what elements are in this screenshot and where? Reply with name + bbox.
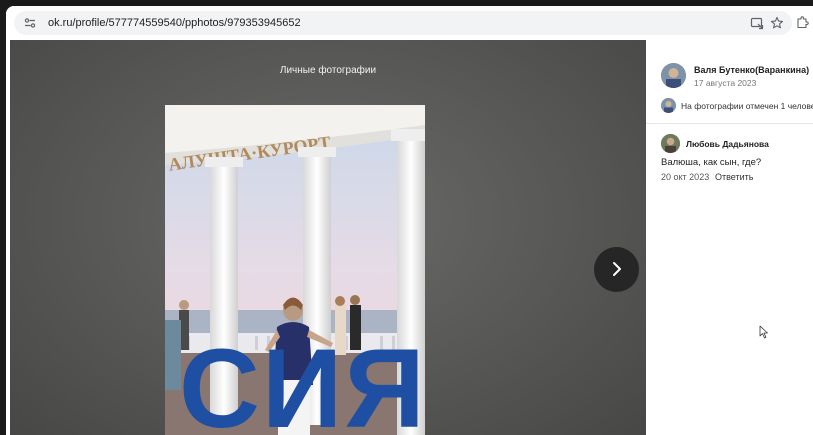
chevron-right-icon	[613, 262, 621, 276]
comment-author-name[interactable]: Любовь Дадьянова	[686, 139, 769, 149]
divider	[646, 123, 813, 124]
photo-viewer: Личные фотографии АЛУШТА·КУРОРТ СИЯ	[10, 40, 646, 435]
photo-info-panel: Валя Бутенко(Варанкина) 17 августа 2023 …	[646, 40, 813, 435]
comment-text: Валюша, как сын, где?	[661, 157, 762, 168]
next-photo-button[interactable]	[594, 247, 639, 292]
browser-window: ok.ru/profile/577774559540/pphotos/97935…	[6, 6, 813, 435]
address-bar[interactable]: ok.ru/profile/577774559540/pphotos/97935…	[14, 11, 792, 35]
bookmark-star-icon[interactable]	[770, 16, 784, 30]
url-text[interactable]: ok.ru/profile/577774559540/pphotos/97935…	[48, 16, 301, 30]
mouse-cursor-icon	[759, 325, 768, 339]
author-name[interactable]: Валя Бутенко(Варанкина)	[694, 65, 809, 75]
site-settings-icon[interactable]	[23, 16, 37, 30]
comment-author-avatar[interactable]	[661, 134, 680, 153]
tagged-person-avatar[interactable]	[661, 98, 676, 113]
photo[interactable]: АЛУШТА·КУРОРТ СИЯ	[165, 105, 425, 435]
tagged-people-text[interactable]: На фотографии отмечен 1 человек	[681, 101, 813, 111]
reply-link[interactable]: Ответить	[715, 172, 753, 182]
post-date: 17 августа 2023	[694, 78, 757, 88]
svg-text:СИЯ: СИЯ	[179, 326, 425, 435]
open-in-app-icon[interactable]	[750, 16, 764, 30]
album-title[interactable]: Личные фотографии	[10, 65, 646, 76]
browser-toolbar: ok.ru/profile/577774559540/pphotos/97935…	[6, 6, 813, 40]
extensions-icon[interactable]	[795, 16, 809, 30]
photo-letters: СИЯ	[179, 326, 425, 435]
author-avatar[interactable]	[661, 63, 686, 88]
comment-date: 20 окт 2023	[661, 172, 710, 182]
